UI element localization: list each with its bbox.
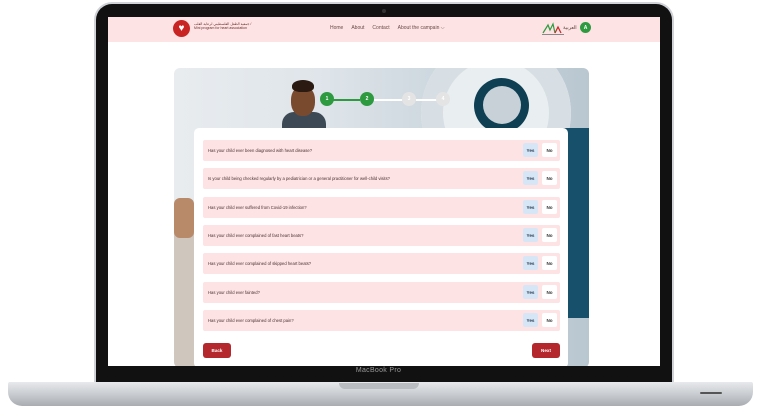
question-text: Has your child ever complained of chest …: [208, 318, 294, 323]
heart-logo-icon[interactable]: ♥: [173, 20, 190, 37]
logo-text: جمعية الطفل الفلسطيني لرعاية القلب / Min…: [194, 22, 252, 30]
yes-button[interactable]: Yes: [523, 313, 538, 327]
step-connector: [332, 99, 360, 101]
no-button[interactable]: No: [542, 143, 557, 157]
question-text: Is your child being checked regularly by…: [208, 176, 391, 181]
avatar[interactable]: A: [580, 22, 591, 33]
nav-about-campaign[interactable]: About the campain ⌵: [398, 25, 445, 31]
question-row: Has your child ever complained of fast h…: [203, 225, 560, 246]
next-button[interactable]: Next: [532, 343, 560, 358]
step-2: 2: [360, 92, 374, 106]
question-row: Has your child ever complained of skippe…: [203, 253, 560, 274]
nav-about[interactable]: About: [351, 25, 364, 31]
ct-scanner-core: [483, 86, 521, 124]
step-4: 4: [436, 92, 450, 106]
yes-button[interactable]: Yes: [523, 256, 538, 270]
laptop-notch: [339, 383, 419, 389]
laptop-mockup: ♥ جمعية الطفل الفلسطيني لرعاية القلب / M…: [0, 0, 757, 410]
yes-button[interactable]: Yes: [523, 143, 538, 157]
doctor-hair-image: [292, 80, 314, 92]
progress-stepper: 1 2 3 4: [320, 92, 450, 110]
hand-image: [174, 198, 194, 238]
nav-contact[interactable]: Contact: [372, 25, 389, 31]
no-button[interactable]: No: [542, 256, 557, 270]
yes-button[interactable]: Yes: [523, 285, 538, 299]
question-row: Has your child ever fainted? Yes No: [203, 282, 560, 303]
no-button[interactable]: No: [542, 313, 557, 327]
nav-links: Home About Contact About the campain ⌵: [330, 25, 445, 31]
step-1: 1: [320, 92, 334, 106]
question-text: Has your child ever suffered from Covid-…: [208, 205, 307, 210]
question-row: Is your child being checked regularly by…: [203, 168, 560, 189]
yes-button[interactable]: Yes: [523, 228, 538, 242]
question-text: Has your child ever complained of skippe…: [208, 261, 312, 266]
question-row: Has your child ever suffered from Covid-…: [203, 197, 560, 218]
nav-about-campaign-label: About the campain: [397, 25, 440, 31]
yes-button[interactable]: Yes: [523, 171, 538, 185]
question-text: Has your child ever fainted?: [208, 290, 260, 295]
no-button[interactable]: No: [542, 200, 557, 214]
question-row: Has your child ever been diagnosed with …: [203, 140, 560, 161]
laptop-base-line: [700, 392, 722, 394]
question-text: Has your child ever complained of fast h…: [208, 233, 304, 238]
no-button[interactable]: No: [542, 171, 557, 185]
chevron-down-icon: ⌵: [440, 25, 445, 31]
step-3: 3: [402, 92, 416, 106]
no-button[interactable]: No: [542, 228, 557, 242]
yes-button[interactable]: Yes: [523, 200, 538, 214]
question-row: Has your child ever complained of chest …: [203, 310, 560, 331]
language-toggle[interactable]: العربية: [563, 25, 577, 31]
camera-icon: [382, 9, 386, 13]
device-brand-label: MacBook Pro: [355, 367, 402, 374]
step-connector: [374, 99, 402, 101]
top-navbar: ♥ جمعية الطفل الفلسطيني لرعاية القلب / M…: [108, 17, 660, 42]
screen: ♥ جمعية الطفل الفلسطيني لرعاية القلب / M…: [108, 17, 660, 366]
nav-home[interactable]: Home: [330, 25, 343, 31]
no-button[interactable]: No: [542, 285, 557, 299]
back-button[interactable]: Back: [203, 343, 231, 358]
question-text: Has your child ever been diagnosed with …: [208, 148, 313, 153]
questionnaire-card: Has your child ever been diagnosed with …: [194, 128, 568, 366]
